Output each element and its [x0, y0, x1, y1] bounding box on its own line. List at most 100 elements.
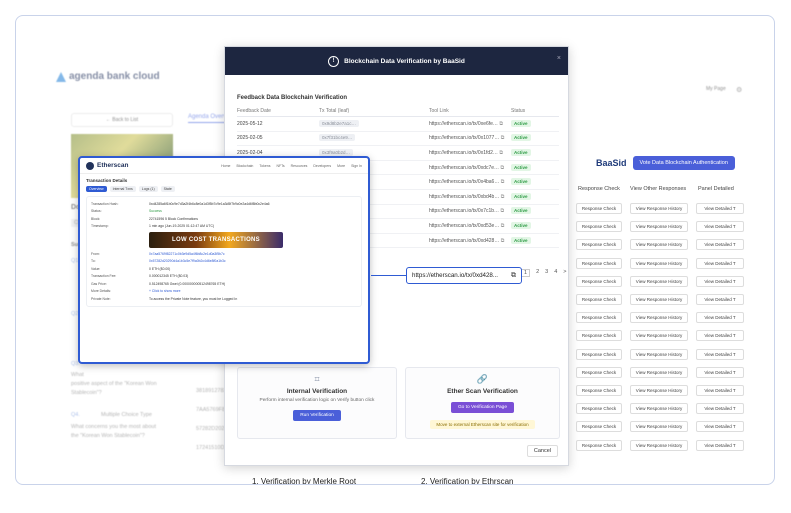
response-check-button[interactable]: Response Check — [576, 403, 622, 415]
run-verification-button[interactable]: Run Verification — [293, 410, 341, 421]
view-response-history-button[interactable]: View Response History — [630, 439, 688, 451]
row-link[interactable]: https://etherscan.io/tx/0x1fd2… — [429, 150, 498, 156]
response-check-button[interactable]: Response Check — [576, 421, 622, 433]
row-link[interactable]: https://etherscan.io/tx/0xbd4b… — [429, 194, 499, 200]
view-detailed-button[interactable]: View Detailed T — [696, 257, 744, 269]
tab-overview[interactable]: Overview — [86, 186, 107, 192]
settings-icon[interactable]: ⚙ — [736, 86, 742, 94]
view-detailed-button[interactable]: View Detailed T — [696, 294, 744, 305]
view-detailed-button[interactable]: View Detailed T — [696, 275, 744, 287]
view-detailed-button[interactable]: View Detailed T — [696, 348, 744, 360]
response-check-button[interactable]: Response Check — [576, 221, 622, 233]
row-link[interactable]: https://etherscan.io/tx/0xe6fe… — [429, 121, 498, 127]
external-link-icon[interactable]: ⧉ — [500, 208, 504, 214]
view-detailed-button[interactable]: View Detailed T — [696, 385, 744, 396]
view-detailed-button[interactable]: View Detailed T — [696, 221, 744, 233]
response-check-button[interactable]: Response Check — [576, 257, 622, 269]
view-response-history-button[interactable]: View Response History — [630, 403, 688, 415]
nav-item[interactable]: Home — [221, 164, 230, 168]
response-check-button[interactable]: Response Check — [576, 203, 622, 214]
logo-icon — [56, 71, 66, 82]
view-response-history-button[interactable]: View Response History — [630, 294, 688, 305]
view-detailed-button[interactable]: View Detailed T — [696, 312, 744, 324]
page-4[interactable]: 4 — [554, 269, 557, 277]
view-response-history-button[interactable]: View Response History — [630, 348, 688, 360]
response-check-button[interactable]: Response Check — [576, 385, 622, 396]
response-check-button[interactable]: Response Check — [576, 294, 622, 305]
col-view-other: View Other Responses — [630, 186, 687, 192]
page-3[interactable]: 3 — [545, 269, 548, 277]
external-link-icon[interactable]: ⧉ — [501, 194, 505, 200]
app-logo[interactable]: agenda bank cloud — [56, 71, 160, 82]
external-link-icon[interactable]: ⧉ — [500, 165, 504, 171]
tab-internal-txns[interactable]: Internal Txns — [109, 186, 136, 192]
view-response-history-button[interactable]: View Response History — [630, 330, 688, 342]
detail-value[interactable]: 0x7aa5769f82271c0b3e9d5a4f6b8c2e1d0a3f5b… — [149, 252, 357, 256]
view-detailed-button[interactable]: View Detailed T — [696, 203, 744, 214]
view-detailed-button[interactable]: View Detailed T — [696, 439, 744, 451]
view-response-history-button[interactable]: View Response History — [630, 239, 688, 251]
external-link-icon[interactable]: ⧉ — [501, 238, 505, 244]
external-link-icon[interactable]: ⧉ — [499, 121, 503, 127]
view-response-history-button[interactable]: View Response History — [630, 203, 688, 214]
external-link-icon[interactable]: ⧉ — [499, 150, 503, 156]
external-link-icon[interactable]: ⧉ — [501, 135, 505, 141]
table-row: 2025-02-05 0x7f31bc4e9… https://etherscan.… — [237, 132, 559, 147]
view-detailed-button[interactable]: View Detailed T — [696, 403, 744, 415]
external-link-icon[interactable]: ⧉ — [501, 179, 505, 185]
external-link-icon: ⧉ — [511, 271, 516, 279]
view-response-history-button[interactable]: View Response History — [630, 275, 688, 287]
view-response-history-button[interactable]: View Response History — [630, 366, 688, 378]
nav-item[interactable]: Resources — [291, 164, 308, 168]
nav-item[interactable]: NFTs — [276, 164, 284, 168]
etherscan-link-callout[interactable]: https://etherscan.io/tx/0xd428... ⧉ — [406, 267, 522, 284]
row-link[interactable]: https://etherscan.io/tx/0x7c1b… — [429, 208, 499, 214]
header-status: Status — [511, 107, 526, 114]
view-response-history-button[interactable]: View Response History — [630, 221, 688, 233]
vote-data-auth-button[interactable]: Vote Data Blockchain Authentication — [632, 156, 735, 170]
detail-key: Value: — [91, 266, 101, 271]
go-to-verification-button[interactable]: Go to Verification Page — [450, 402, 515, 413]
row-link[interactable]: https://etherscan.io/tx/0xd53e… — [429, 223, 499, 229]
view-response-history-button[interactable]: View Response History — [630, 312, 688, 324]
external-link-icon[interactable]: ⧉ — [501, 223, 505, 229]
row-link[interactable]: https://etherscan.io/tx/0xdc7e… — [429, 165, 499, 171]
view-detailed-button[interactable]: View Detailed T — [696, 239, 744, 251]
my-page-link[interactable]: My Page — [706, 86, 726, 92]
nav-item[interactable]: Blockchain — [236, 164, 253, 168]
response-check-button[interactable]: Response Check — [576, 348, 622, 360]
cancel-button[interactable]: Cancel — [526, 445, 558, 457]
response-check-button[interactable]: Response Check — [576, 439, 622, 451]
tab-logs[interactable]: Logs (1) — [138, 186, 158, 192]
response-check-button[interactable]: Response Check — [576, 330, 622, 342]
close-icon[interactable]: × — [557, 55, 561, 62]
back-to-list-button[interactable]: ← Back to List — [71, 113, 173, 127]
response-check-button[interactable]: Response Check — [576, 312, 622, 324]
view-response-history-button[interactable]: View Response History — [630, 421, 688, 433]
tab-state[interactable]: State — [160, 186, 175, 192]
nav-item[interactable]: Developers — [313, 164, 331, 168]
nav-item[interactable]: Sign In — [351, 164, 362, 168]
row-link[interactable]: https://etherscan.io/tx/0x1077… — [429, 135, 499, 141]
view-response-history-button[interactable]: View Response History — [630, 385, 688, 396]
view-detailed-button[interactable]: View Detailed T — [696, 366, 744, 378]
detail-value[interactable]: + Click to show more — [149, 289, 357, 293]
response-check-button[interactable]: Response Check — [576, 366, 622, 378]
view-detailed-button[interactable]: View Detailed T — [696, 421, 744, 433]
page-2[interactable]: 2 — [536, 269, 539, 277]
page-1[interactable]: 1 — [521, 269, 531, 277]
view-detailed-button[interactable]: View Detailed T — [696, 330, 744, 342]
row-link[interactable]: https://etherscan.io/tx/0x4ba6… — [429, 179, 499, 185]
pagination: 1 2 3 4 > — [521, 269, 566, 277]
nav-item[interactable]: More — [337, 164, 345, 168]
ad-banner[interactable]: LOW COST TRANSACTIONS — [149, 232, 283, 248]
response-check-button[interactable]: Response Check — [576, 239, 622, 251]
detail-value[interactable]: 0x57282d20290d4a1b3c5e7f9a0b2c4d6e8f0a1b… — [149, 259, 357, 263]
response-check-button[interactable]: Response Check — [576, 275, 622, 287]
nav-item[interactable]: Tokens — [259, 164, 270, 168]
next-page[interactable]: > — [563, 269, 566, 277]
header-date: Feedback Date — [237, 107, 271, 114]
row-link[interactable]: https://etherscan.io/tx/0xd428… — [429, 238, 499, 244]
view-response-history-button[interactable]: View Response History — [630, 257, 688, 269]
status-badge: Active — [511, 178, 531, 186]
